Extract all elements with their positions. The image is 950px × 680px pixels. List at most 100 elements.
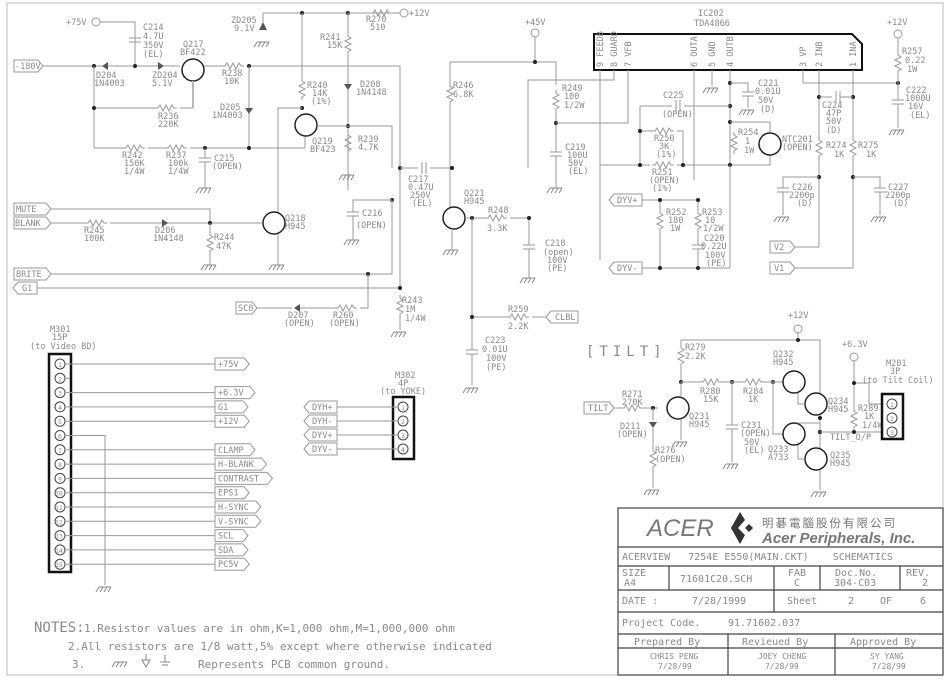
- r254-power: 1W: [744, 146, 755, 156]
- m301-pin-number: 14: [55, 547, 63, 555]
- r248-ref: R248: [488, 206, 508, 216]
- r248-value: 3.3K: [487, 224, 508, 234]
- m301-connector: M301 15P (to Video BD) 1 +75V23 +6.3V4 G15 +…: [30, 325, 274, 593]
- port-clbl-label: CLBL: [555, 313, 575, 323]
- m201-pin-number: 3: [890, 429, 894, 437]
- c225-value: (OPEN): [662, 110, 693, 120]
- r274-value: 1K: [834, 150, 845, 160]
- ic202-pin-label: 8 GUARD: [610, 31, 620, 67]
- note-line-1: 1.Resistor values are in ohm,K=1,000 ohm…: [84, 622, 455, 635]
- q232-part: H945: [773, 358, 793, 368]
- port-blank-label: BLANK: [15, 219, 41, 229]
- title-block: ACER 明碁電腦股份有限公司 Acer Peripherals, Inc. A…: [617, 507, 944, 676]
- m301-pin-number: 3: [58, 390, 62, 398]
- c227-type: (D): [893, 199, 908, 209]
- m301-pin-number: 4: [58, 404, 62, 412]
- r279-value: 2.2K: [685, 352, 706, 362]
- ic202-pin-label: 5 GND: [708, 41, 718, 67]
- ground-symbols-icon: [111, 654, 170, 669]
- r284-value: 1K: [748, 395, 759, 405]
- q217-part: BF422: [180, 48, 206, 58]
- port-minus-180v-label: -180V: [15, 62, 41, 72]
- q218-transistor-icon: [262, 211, 286, 235]
- r280-value: 15K: [703, 395, 719, 405]
- m302-signal-label: DYV-: [312, 445, 332, 455]
- m301-pin-number: 13: [55, 533, 63, 541]
- d208-diode-icon: [344, 84, 352, 90]
- m301-signal-label: SCL: [218, 532, 233, 542]
- m301-pin-number: 1: [58, 361, 62, 369]
- port-g1-label: G1: [22, 284, 32, 294]
- m301-pin-number: 2: [58, 375, 62, 383]
- q233-part: A733: [768, 453, 788, 463]
- sheet-value: 2: [848, 596, 854, 607]
- m302-signal-label: DYV+: [312, 431, 332, 441]
- ic202-ref: IC202: [698, 9, 724, 19]
- r245-value: 100K: [84, 234, 105, 244]
- r257-power: 1W: [907, 65, 918, 75]
- fab-value: C: [794, 578, 800, 589]
- m301-pin-number: 6: [58, 433, 62, 441]
- ic202: IC202 TDA4866 9 FEEDB 8 GUARD 7 VFB 6 OUTA 5…: [527, 9, 931, 275]
- d204-diode-icon: [102, 62, 108, 70]
- r250-tolerance: (1%): [656, 150, 676, 160]
- power-terminal-6v3: [849, 352, 859, 362]
- ic202-part: TDA4866: [694, 19, 730, 29]
- port-sc0-label: SC0: [238, 304, 253, 314]
- r246-value: 6.8K: [453, 90, 474, 100]
- c222-type: (EL): [910, 111, 930, 121]
- r251-tolerance: (1%): [652, 184, 672, 194]
- m301-pin-number: 5: [58, 418, 62, 426]
- m301-pin-number: 9: [58, 475, 62, 483]
- port-v2-label: V2: [774, 243, 784, 253]
- r249-power: 1/2W: [564, 101, 585, 111]
- r271-value: 270K: [622, 398, 643, 408]
- q231-part: H945: [689, 420, 709, 430]
- m301-signal-label: +12V: [218, 417, 238, 427]
- m301-pin-number: 8: [58, 461, 62, 469]
- m302-pin-number: 4: [401, 446, 405, 454]
- r244-value: 47K: [216, 242, 232, 252]
- label-6v3: +6.3V: [842, 340, 868, 350]
- q221-part: H945: [464, 197, 484, 207]
- date-value: 7/28/1999: [692, 596, 746, 607]
- c216-value: (OPEN): [356, 221, 387, 231]
- m301-pin-number: 10: [55, 490, 63, 498]
- r239-value: 4.7K: [358, 143, 379, 153]
- m302-pin-number: 3: [401, 432, 405, 440]
- q218-part: H945: [285, 222, 305, 232]
- ic202-pin-label: 1 INA: [849, 41, 859, 67]
- m301-pin-number: 12: [55, 518, 63, 526]
- size-value: A4: [624, 578, 636, 589]
- note-line-2: 2.All resistors are 1/8 watt,5% except w…: [68, 640, 492, 653]
- of-label: OF: [880, 596, 892, 607]
- q221-transistor-icon: [442, 206, 466, 230]
- zd204-value: 5.1V: [152, 79, 172, 89]
- r241-value: 15K: [327, 41, 343, 51]
- q219-transistor-icon: [294, 113, 318, 137]
- m201-destination: (to Tilt Coil): [862, 376, 934, 386]
- zd204-zener-icon: [158, 62, 164, 70]
- power-terminal-75v: [91, 17, 101, 27]
- rev-value: 2: [922, 578, 928, 589]
- ntc201-thermistor-icon: [758, 132, 782, 156]
- c218-type: (PE): [547, 264, 567, 274]
- m301-signal-label: PC5V: [218, 560, 238, 570]
- sheet-label: Sheet: [787, 596, 817, 607]
- model-line: ACERVIEW 7254E E550(MAIN.CKT) SCHEMATICS: [622, 552, 893, 563]
- m301-destination: (to Video BD): [30, 342, 97, 352]
- d211-value: (OPEN): [617, 430, 648, 440]
- port-dyv-plus-label: DYV+: [617, 196, 637, 206]
- label-75v: +75V: [66, 18, 86, 28]
- prepared-by-date: 7/28/99: [658, 662, 692, 671]
- m301-pin-number: 11: [55, 504, 63, 512]
- c216-ref: C216: [362, 209, 382, 219]
- m201-pin-number: 2: [890, 415, 894, 423]
- c215-value: (OPEN): [212, 162, 243, 172]
- m302-destination: (to YOKE): [380, 387, 426, 397]
- approved-by-date: 7/28/99: [872, 662, 906, 671]
- q232-transistor-icon: [782, 370, 806, 394]
- power-terminal-45v: [530, 28, 540, 38]
- reviewed-by-date: 7/28/99: [765, 662, 799, 671]
- m301-signal-label: H-SYNC: [218, 503, 249, 513]
